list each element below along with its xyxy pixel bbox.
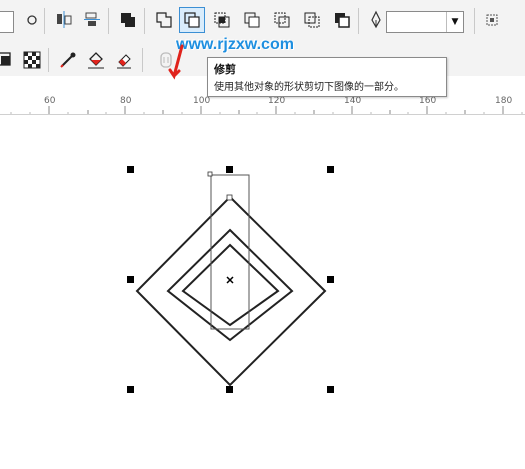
drawing-canvas[interactable]	[0, 115, 525, 469]
trim-icon[interactable]	[179, 7, 205, 33]
diamond-top-node	[226, 194, 233, 201]
artwork	[127, 166, 334, 393]
pointer-arrow-icon	[168, 44, 184, 80]
chevron-down-icon[interactable]: ▼	[446, 12, 463, 32]
small-circle-icon[interactable]	[20, 8, 44, 32]
ruler-label: 100	[193, 96, 211, 106]
eyedropper-icon[interactable]	[56, 48, 80, 72]
align-icon[interactable]	[52, 8, 76, 32]
back-minus-front-icon[interactable]	[300, 8, 324, 32]
combine-icon[interactable]	[116, 8, 140, 32]
middle-diamond	[166, 228, 294, 342]
ruler-label: 120	[268, 96, 286, 106]
distribute-icon[interactable]	[80, 8, 104, 32]
outline-width-select[interactable]: ▼	[386, 11, 464, 33]
checker-pattern-icon[interactable]	[20, 48, 44, 72]
snap-options-icon[interactable]	[480, 8, 504, 32]
toolbar-left-field[interactable]	[0, 11, 14, 33]
ruler-label: 60	[44, 96, 56, 106]
fill-bucket-icon[interactable]	[84, 48, 108, 72]
ruler-label: 160	[419, 96, 437, 106]
ruler-label: 180	[495, 96, 513, 106]
eraser-icon[interactable]	[112, 48, 136, 72]
weld-icon[interactable]	[152, 8, 176, 32]
rect-corner-node	[207, 171, 213, 177]
front-minus-back-icon[interactable]	[270, 8, 294, 32]
tooltip-title: 修剪	[214, 63, 236, 76]
pen-nib-icon[interactable]	[364, 8, 388, 32]
tooltip: 修剪 使用其他对象的形状剪切下图像的一部分。	[207, 57, 447, 97]
ruler-label: 80	[120, 96, 132, 106]
tooltip-description: 使用其他对象的形状剪切下图像的一部分。	[214, 82, 404, 93]
frame-icon[interactable]	[0, 48, 18, 72]
center-marker-icon	[226, 276, 234, 284]
boundary-icon[interactable]	[330, 8, 354, 32]
intersect-icon[interactable]	[210, 8, 234, 32]
ruler-label: 140	[344, 96, 362, 106]
outer-diamond	[135, 195, 327, 387]
simplify-icon[interactable]	[240, 8, 264, 32]
